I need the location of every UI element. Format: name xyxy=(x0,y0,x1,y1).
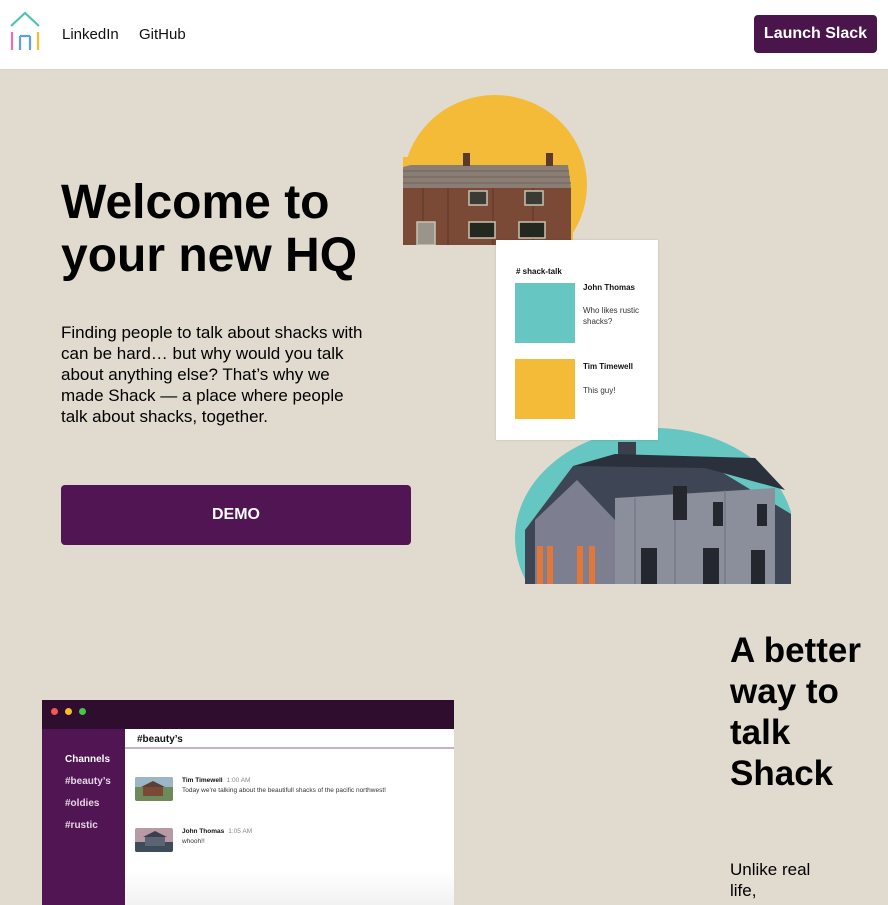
hero-description: Finding people to talk about shacks with… xyxy=(61,323,363,426)
message-time: 1:00 AM xyxy=(226,777,251,784)
launch-slack-button[interactable]: Launch Slack xyxy=(754,15,877,53)
avatar xyxy=(515,359,575,419)
channel-title: #beauty’s xyxy=(137,734,183,745)
window-close-icon xyxy=(51,708,58,715)
app-preview-window: Channels #beauty’s #oldies #rustic #beau… xyxy=(42,700,454,905)
message-text: Who likes rustic shacks? xyxy=(583,306,640,326)
chat-channel-name: # shack-talk xyxy=(516,267,562,276)
sidebar-item-rustic[interactable]: #rustic xyxy=(65,820,98,831)
nav-link-linkedin[interactable]: LinkedIn xyxy=(62,26,119,43)
message-thumbnail xyxy=(135,777,173,801)
message-text: Today we're talking about the beautifull… xyxy=(182,787,386,794)
message-list: Tim Timewell 1:00 AM Today we're talking … xyxy=(125,751,454,905)
window-minimize-icon xyxy=(65,708,72,715)
feature-description: Unlike real life, xyxy=(730,860,811,900)
house-logo-icon[interactable] xyxy=(9,10,42,53)
rustic-shack-image xyxy=(403,95,587,245)
window-maximize-icon xyxy=(79,708,86,715)
nav-link-github[interactable]: GitHub xyxy=(139,26,186,43)
message-author: Tim Timewell xyxy=(583,362,633,371)
sidebar-heading: Channels xyxy=(65,754,111,765)
shack-talk-chat-card: # shack-talk John Thomas Who likes rusti… xyxy=(496,240,658,440)
message-author: John Thomas 1:05 AM xyxy=(182,828,253,835)
demo-button[interactable]: DEMO xyxy=(61,485,411,545)
message-text: This guy! xyxy=(583,386,616,395)
top-navbar: LinkedIn GitHub Launch Slack xyxy=(0,0,888,70)
message-time: 1:05 AM xyxy=(228,828,253,835)
blue-house-image xyxy=(515,428,791,584)
feature-title: A better way to talk Shack xyxy=(730,631,861,793)
avatar xyxy=(515,283,575,343)
app-sidebar: Channels #beauty’s #oldies #rustic xyxy=(42,729,125,905)
sidebar-item-oldies[interactable]: #oldies xyxy=(65,798,99,809)
hero-title: Welcome to your new HQ xyxy=(61,176,358,282)
sidebar-item-beautys[interactable]: #beauty’s xyxy=(65,776,111,787)
message-text: whooh!! xyxy=(182,838,205,845)
message-thumbnail xyxy=(135,828,173,852)
channel-header: #beauty’s xyxy=(125,729,454,749)
message-author: Tim Timewell 1:00 AM xyxy=(182,777,251,784)
message-author: John Thomas xyxy=(583,283,636,292)
window-titlebar xyxy=(42,700,454,729)
